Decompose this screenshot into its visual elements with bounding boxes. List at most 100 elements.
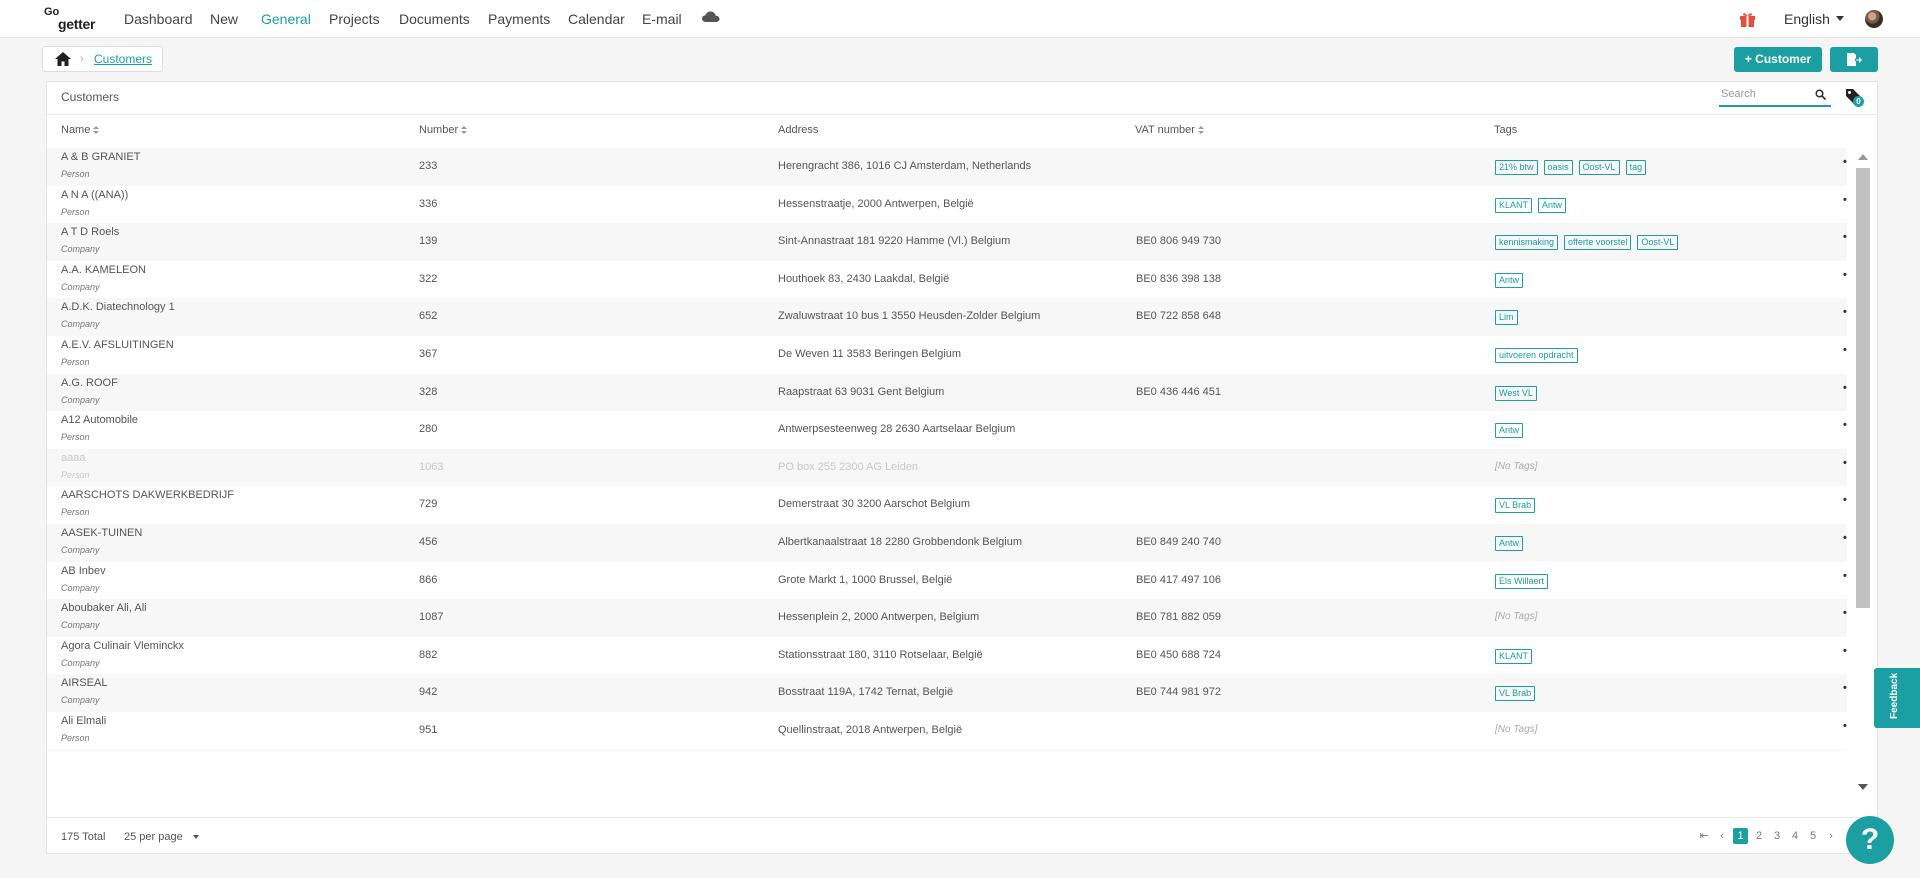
row-menu-icon[interactable]: • bbox=[1843, 419, 1847, 431]
row-menu-icon[interactable]: • bbox=[1843, 645, 1847, 657]
customer-number: 139 bbox=[419, 235, 438, 248]
row-menu-icon[interactable]: • bbox=[1843, 532, 1847, 544]
customer-address: Hessenplein 2, 2000 Antwerpen, Belgium bbox=[778, 611, 980, 624]
table-row[interactable]: A.D.K. Diatechnology 1 Company 652 Zwaluwst… bbox=[47, 298, 1847, 336]
row-menu-icon[interactable]: • bbox=[1843, 494, 1847, 506]
customer-address: Zwaluwstraat 10 bus 1 3550 Heusden-Zolde… bbox=[778, 310, 1041, 323]
row-menu-icon[interactable]: • bbox=[1843, 607, 1847, 619]
tag-badge: Els Willaert bbox=[1495, 573, 1549, 589]
scroll-up-arrow-icon[interactable] bbox=[1858, 154, 1868, 160]
customer-name: A.G. ROOF bbox=[61, 376, 118, 389]
table-row[interactable]: AIRSEAL Company 942 Bosstraat 119A, 1742 Te… bbox=[47, 674, 1847, 712]
customer-tags: Antw bbox=[1495, 421, 1529, 439]
first-page-icon[interactable]: ⇤ bbox=[1698, 828, 1710, 844]
page-3[interactable]: 3 bbox=[1771, 828, 1783, 844]
nav-payments[interactable]: Payments bbox=[488, 11, 550, 27]
nav-general[interactable]: General bbox=[261, 11, 311, 27]
page-2[interactable]: 2 bbox=[1753, 828, 1765, 844]
customer-tags: West VL bbox=[1495, 384, 1543, 401]
help-button[interactable]: ? bbox=[1846, 816, 1894, 864]
breadcrumb-customers[interactable]: Customers bbox=[94, 52, 152, 66]
page-1[interactable]: 1 bbox=[1733, 828, 1748, 844]
table-row[interactable]: A T D Roels Company 139 Sint-Annastraat 181… bbox=[47, 223, 1847, 261]
page-5[interactable]: 5 bbox=[1807, 828, 1819, 844]
nav-documents[interactable]: Documents bbox=[399, 11, 470, 27]
customer-vat: BE0 722 858 648 bbox=[1136, 310, 1222, 323]
row-menu-icon[interactable]: • bbox=[1843, 382, 1847, 394]
customer-tags: Els Willaert bbox=[1495, 572, 1554, 589]
table-row[interactable]: Alternate BelgiëPerson919Oeyvaersbosch 1… bbox=[47, 749, 1847, 751]
column-header-vat[interactable]: VAT number bbox=[1135, 124, 1204, 136]
row-menu-icon[interactable]: • bbox=[1843, 344, 1847, 356]
nav-calendar[interactable]: Calendar bbox=[568, 11, 625, 27]
previous-page-icon[interactable]: ‹ bbox=[1716, 828, 1728, 844]
customer-address: Herengracht 386, 1016 CJ Amsterdam, Neth… bbox=[778, 160, 1032, 172]
column-header-number[interactable]: Number bbox=[419, 124, 468, 136]
table-row[interactable]: A & B GRANIET Person 233 Herengracht 386, 1… bbox=[47, 148, 1847, 186]
add-customer-button[interactable]: + Customer bbox=[1734, 47, 1822, 72]
next-page-icon[interactable]: › bbox=[1825, 828, 1837, 844]
user-avatar[interactable] bbox=[1865, 10, 1883, 28]
column-header-name[interactable]: Name bbox=[61, 124, 100, 136]
row-menu-icon[interactable]: • bbox=[1843, 231, 1847, 243]
search-icon[interactable] bbox=[1815, 89, 1826, 100]
table-row[interactable]: A.A. KAMELEON Company 322 Houthoek 83, 2430… bbox=[47, 261, 1847, 299]
row-menu-icon[interactable]: • bbox=[1843, 457, 1847, 469]
table-row[interactable]: Aboubaker Ali, Ali Company 1087 Hessenplein… bbox=[47, 599, 1847, 637]
search-input[interactable] bbox=[1719, 85, 1805, 103]
customer-type: Company bbox=[61, 281, 100, 292]
row-menu-icon[interactable]: • bbox=[1843, 570, 1847, 582]
tag-badge: KLANT bbox=[1495, 648, 1533, 664]
nav-new[interactable]: New bbox=[210, 11, 238, 27]
export-button[interactable] bbox=[1830, 47, 1878, 72]
nav-dashboard[interactable]: Dashboard bbox=[124, 11, 193, 27]
gift-icon[interactable] bbox=[1739, 11, 1756, 27]
cloud-icon[interactable] bbox=[702, 11, 720, 23]
row-menu-icon[interactable]: • bbox=[1843, 720, 1847, 732]
page-4[interactable]: 4 bbox=[1789, 828, 1801, 844]
customer-number: 951 bbox=[419, 723, 438, 736]
top-navbar: Go getter Dashboard New General Projects… bbox=[0, 0, 1920, 38]
customer-vat: BE0 450 688 724 bbox=[1136, 648, 1222, 661]
table-row[interactable]: Ali Elmali Person 951 Quellinstraat, 2018 A… bbox=[47, 712, 1847, 750]
column-label: Address bbox=[778, 124, 819, 136]
customer-name: A N A ((ANA)) bbox=[61, 188, 129, 201]
row-menu-icon[interactable]: • bbox=[1843, 682, 1847, 694]
language-selector[interactable]: English bbox=[1784, 11, 1844, 27]
customer-address: PO box 255 2300 AG Leiden bbox=[778, 460, 919, 473]
tag-badge: Antw bbox=[1495, 423, 1524, 439]
table-row[interactable]: Agora Culinair Vleminckx Company 882 Statio… bbox=[47, 637, 1847, 675]
tag-badge: Lim bbox=[1495, 310, 1518, 326]
column-label: VAT number bbox=[1135, 124, 1195, 136]
gogetter-logo[interactable]: Go getter bbox=[44, 6, 100, 32]
table-row[interactable]: A.G. ROOF Company 328 Raapstraat 63 9031 Ge… bbox=[47, 373, 1847, 412]
table-row[interactable]: AASEK-TUINEN Company 456 Albertkanaalstraat… bbox=[47, 523, 1847, 562]
vertical-scrollbar[interactable] bbox=[1853, 148, 1873, 802]
customer-vat: BE0 806 949 730 bbox=[1136, 235, 1222, 248]
scroll-down-arrow-icon[interactable] bbox=[1858, 784, 1868, 790]
per-page-select[interactable]: 25 per page bbox=[124, 831, 199, 843]
tag-badge: kennismaking bbox=[1495, 235, 1559, 251]
customer-vat: BE0 417 497 106 bbox=[1136, 573, 1222, 586]
scrollbar-thumb[interactable] bbox=[1856, 168, 1870, 608]
customer-address: Sint-Annastraat 181 9220 Hamme (Vl.) Bel… bbox=[778, 235, 1011, 248]
row-menu-icon[interactable]: • bbox=[1843, 269, 1847, 281]
table-row[interactable]: A N A ((ANA)) Person 336 Hessenstraatje, 20… bbox=[47, 186, 1847, 224]
nav-projects[interactable]: Projects bbox=[329, 11, 380, 27]
nav-email[interactable]: E-mail bbox=[642, 11, 682, 27]
customer-name: A12 Automobile bbox=[61, 414, 139, 427]
row-menu-icon[interactable]: • bbox=[1843, 156, 1847, 168]
table-row[interactable]: A12 Automobile Person 280 Antwerpsesteenweg… bbox=[47, 411, 1847, 449]
customer-tags: Antw bbox=[1495, 534, 1529, 551]
table-row[interactable]: AB Inbev Company 866 Grote Markt 1, 1000 Br… bbox=[47, 562, 1847, 600]
table-row[interactable]: AARSCHOTS DAKWERKBEDRIJF Person 729 Demerst… bbox=[47, 486, 1847, 524]
column-header-address: Address bbox=[778, 124, 818, 136]
row-menu-icon[interactable]: • bbox=[1843, 194, 1847, 206]
feedback-tab[interactable]: Feedback bbox=[1874, 668, 1920, 728]
table-row[interactable]: aaaa Person 1063 PO box 255 2300 AG Leiden [… bbox=[47, 448, 1847, 487]
column-header-tags: Tags bbox=[1494, 124, 1517, 136]
row-menu-icon[interactable]: • bbox=[1843, 306, 1847, 318]
home-icon[interactable] bbox=[55, 52, 71, 66]
customer-vat: BE0 836 398 138 bbox=[1136, 272, 1222, 285]
table-row[interactable]: A.E.V. AFSLUITINGEN Person 367 De Weven 11 … bbox=[47, 336, 1847, 374]
